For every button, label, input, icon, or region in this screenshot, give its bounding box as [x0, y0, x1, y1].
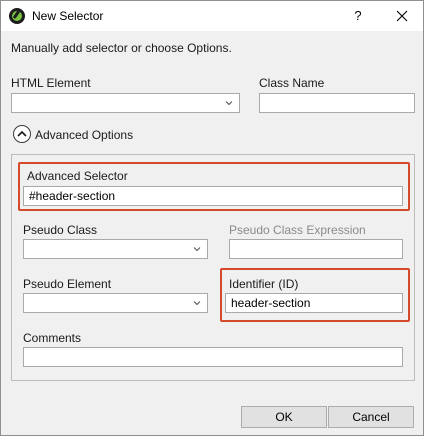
advanced-selector-label: Advanced Selector	[27, 169, 128, 183]
class-name-input[interactable]	[259, 93, 415, 113]
advanced-options-toggle[interactable]	[13, 125, 31, 143]
pseudo-element-label: Pseudo Element	[23, 277, 112, 291]
chevron-down-icon	[225, 101, 233, 106]
close-icon	[396, 10, 408, 22]
pseudo-class-select[interactable]	[23, 239, 208, 259]
chevron-down-icon	[193, 247, 201, 252]
cancel-button[interactable]: Cancel	[328, 406, 414, 428]
html-element-label: HTML Element	[11, 76, 91, 90]
help-button[interactable]: ?	[345, 3, 371, 29]
pseudo-class-expression-input[interactable]	[229, 239, 403, 259]
identifier-input[interactable]: header-section	[225, 293, 403, 313]
identifier-label: Identifier (ID)	[229, 277, 299, 291]
comments-label: Comments	[23, 331, 82, 345]
pseudo-element-select[interactable]	[23, 293, 208, 313]
intro-text: Manually add selector or choose Options.	[11, 41, 232, 55]
new-selector-dialog: New Selector ? Manually add selector or …	[0, 0, 424, 436]
pseudo-class-expression-label: Pseudo Class Expression	[229, 223, 366, 237]
chevron-down-icon	[193, 301, 201, 306]
ok-button[interactable]: OK	[241, 406, 327, 428]
close-button[interactable]	[389, 3, 415, 29]
html-element-select[interactable]	[11, 93, 240, 113]
class-name-label: Class Name	[259, 76, 325, 90]
chevron-up-icon	[17, 130, 27, 137]
app-logo-icon	[9, 8, 25, 24]
advanced-selector-input[interactable]: #header-section	[23, 186, 403, 206]
advanced-options-label[interactable]: Advanced Options	[35, 128, 133, 142]
window-title: New Selector	[32, 9, 104, 23]
pseudo-class-label: Pseudo Class	[23, 223, 98, 237]
title-bar: New Selector ?	[1, 1, 423, 31]
comments-input[interactable]	[23, 347, 403, 367]
